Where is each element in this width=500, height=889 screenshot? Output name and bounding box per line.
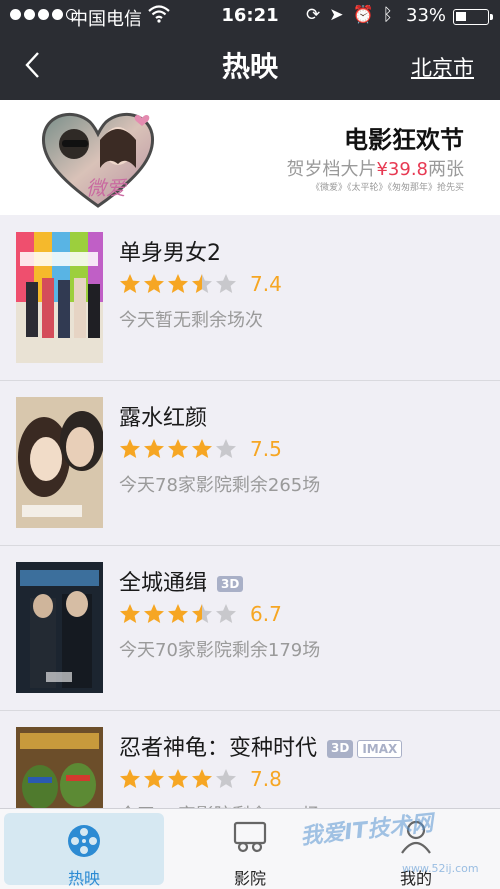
star-icon [192, 439, 212, 458]
movie-title: 忍者神龟：变种时代 3D IMAX [119, 730, 403, 762]
tab-now-showing[interactable]: 热映 [4, 813, 164, 888]
star-icon [144, 274, 164, 293]
rating-score: 7.4 [250, 272, 282, 296]
rating-stars: 6.7 [118, 602, 282, 626]
format-tags: 3D [217, 576, 244, 592]
banner-note: 《微爱》《太平轮》《匆匆那年》抢先买 [310, 183, 464, 193]
movie-item[interactable]: 露水红颜 7.5 今天78家影院剩余265场 [0, 381, 500, 546]
star-icon [168, 274, 188, 293]
city-selector[interactable]: 北京市 [411, 52, 474, 82]
format-tags: 3D IMAX [327, 740, 403, 758]
movie-item[interactable]: 单身男女2 7.4 今天暂无剩余场次 [0, 216, 500, 381]
movie-item[interactable]: 全城通缉 3D 6.7 今天70家影院剩余179场 [0, 546, 500, 711]
format-badge-imax: IMAX [357, 740, 403, 758]
movie-title: 全城通缉 3D [119, 565, 244, 597]
star-icon [120, 439, 140, 458]
tab-label: 热映 [67, 869, 100, 888]
rating-score: 7.5 [250, 437, 282, 461]
bluetooth-icon: ᛒ [382, 5, 393, 25]
watermark-url: www.52ij.com [402, 862, 479, 875]
star-icon [168, 769, 188, 788]
movie-title: 单身男女2 [119, 241, 221, 266]
movie-poster [16, 397, 103, 528]
battery-percent: 33% [406, 5, 447, 26]
rating-score: 7.8 [250, 767, 282, 791]
star-icon [216, 274, 236, 293]
star-icon [144, 769, 164, 788]
star-icon [192, 604, 212, 623]
banner-subtitle: 贺岁档大片¥39.8两张 [286, 159, 464, 180]
status-bar: 中国电信 16:21 ⟳ ➤ ⏰ ᛒ 33% [0, 0, 500, 34]
star-icon [168, 604, 188, 623]
alarm-icon: ⏰ [352, 5, 374, 25]
star-icon [192, 274, 212, 293]
star-icon [120, 769, 140, 788]
movie-schedule: 今天70家影院剩余179场 [119, 640, 321, 661]
rotation-lock-icon: ⟳ [306, 5, 321, 25]
star-icon [120, 274, 140, 293]
star-icon [192, 769, 212, 788]
battery-icon [453, 9, 493, 25]
rating-stars: 7.4 [118, 272, 282, 296]
movie-title: 露水红颜 [119, 406, 208, 431]
rating-stars: 7.8 [118, 767, 282, 791]
star-icon [144, 604, 164, 623]
tab-label: 影院 [233, 869, 266, 888]
movie-schedule: 今天78家影院剩余265场 [119, 475, 321, 496]
format-badge-3d: 3D [327, 740, 354, 758]
film-reel-icon [66, 823, 102, 863]
cinema-icon [232, 819, 268, 859]
star-icon [216, 604, 236, 623]
location-icon: ➤ [329, 5, 344, 25]
star-icon [216, 439, 236, 458]
banner-movie-logo: 微爱 [86, 176, 126, 200]
movie-poster [16, 232, 103, 363]
movie-poster [16, 562, 103, 693]
movie-schedule: 今天暂无剩余场次 [119, 310, 263, 331]
top-bar: 中国电信 16:21 ⟳ ➤ ⏰ ᛒ 33% 热映 北京市 [0, 0, 500, 100]
banner-price: ¥39.8 [376, 159, 428, 180]
banner-title: 电影狂欢节 [344, 126, 464, 154]
star-icon [120, 604, 140, 623]
movie-list: 单身男女2 7.4 今天暂无剩余场次 露水红颜 7.5 今天78家影院剩余265… [0, 216, 500, 876]
star-icon [144, 439, 164, 458]
rating-stars: 7.5 [118, 437, 282, 461]
format-badge-3d: 3D [217, 576, 244, 592]
star-icon [216, 769, 236, 788]
star-icon [168, 439, 188, 458]
rating-score: 6.7 [250, 602, 282, 626]
